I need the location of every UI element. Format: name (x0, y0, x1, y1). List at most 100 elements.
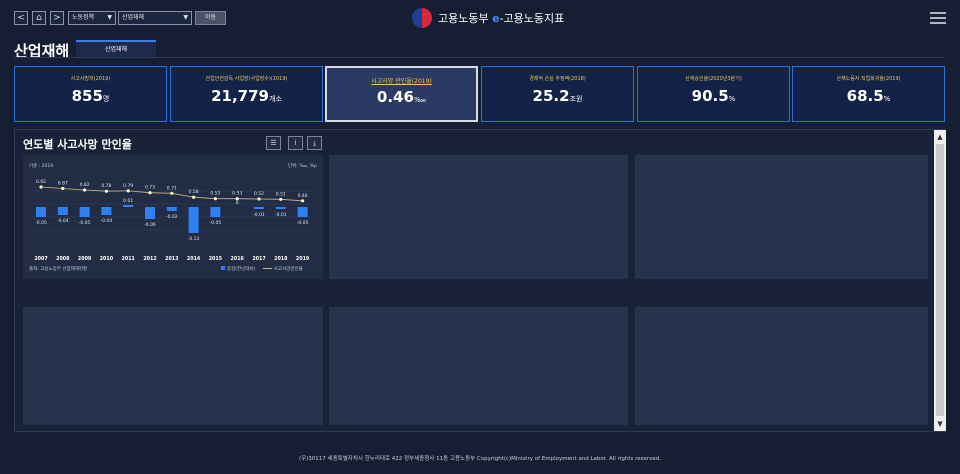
empty-tile (635, 155, 928, 279)
legend-bar-swatch (221, 266, 225, 270)
main-panel: 연도별 사고사망 만인율 ☰ i ⤓ 기준 : 2019 단위: ‱, %p -… (14, 129, 946, 432)
rate-point-2019 (301, 199, 305, 203)
x-tick-label: 2008 (56, 256, 70, 262)
bar-2012 (145, 207, 155, 219)
x-tick-label: 2011 (122, 256, 135, 262)
info-icon: i (294, 139, 297, 147)
download-button[interactable]: ⤓ (307, 136, 322, 150)
bar-data-label: -0.04 (57, 218, 69, 224)
bar-data-label: -0.01 (275, 212, 287, 218)
x-tick-label: 2015 (209, 256, 222, 262)
line-data-label: 0.92 (36, 179, 46, 185)
line-data-label: 0.46 (298, 193, 308, 199)
legend-line-swatch (262, 267, 272, 269)
kpi-label: 사고사망자(2019) (70, 76, 111, 82)
rate-point-2018 (279, 197, 283, 201)
list-view-button[interactable]: ☰ (266, 136, 281, 150)
caret-down-icon: ▼ (107, 14, 112, 21)
title-divider (14, 57, 944, 58)
bar-data-label: -0.05 (79, 220, 91, 226)
chart-source: 출처: 고용노동부 산업재해현황 (29, 267, 88, 272)
rate-point-2015 (213, 197, 217, 201)
rate-point-2014 (192, 195, 196, 199)
rate-point-2016 (235, 197, 239, 201)
x-tick-label: 2016 (231, 256, 245, 262)
rate-point-2007 (39, 185, 43, 189)
kpi-label: 경제적 손실 추정액(2018) (529, 76, 586, 82)
bar-2017 (254, 207, 264, 209)
kpi-card-approval-rate[interactable]: 산재승인율(2020년3분기) 90.5% (637, 66, 790, 122)
rate-point-2012 (148, 191, 152, 195)
chart-legend: 증감(전년대비) 사고사망만인율 (221, 266, 303, 272)
bar-2014 (188, 207, 199, 233)
logo[interactable]: 고용노동부 e-고용노동지표 (412, 8, 564, 28)
bar-2008 (57, 207, 68, 215)
home-icon: ⌂ (36, 13, 42, 23)
category-select[interactable]: 노동정책 ▼ (68, 11, 116, 25)
go-button[interactable]: 이동 (195, 11, 226, 25)
kpi-label: 산업안전감독 사업장(사업장수)(2019) (205, 76, 288, 82)
line-data-label: 0.82 (80, 182, 90, 188)
top-bar: < ⌂ > 노동정책 ▼ 산업재해 ▼ 이동 고용노동부 e-고용노동지표 (0, 0, 960, 36)
bar-2009 (79, 207, 90, 217)
line-data-label: 0.71 (167, 185, 177, 191)
empty-tile (23, 307, 323, 425)
kpi-card-return-to-work[interactable]: 산재노동자 직업복귀율(2019) 68.5% (792, 66, 945, 122)
line-data-label: 0.52 (254, 191, 264, 197)
bar-2013 (166, 207, 177, 211)
empty-tile (329, 155, 628, 279)
rate-point-2010 (104, 189, 108, 193)
rate-point-2017 (257, 197, 261, 201)
kpi-value: 21,779개소 (211, 87, 282, 105)
page-select[interactable]: 산업재해 ▼ (118, 11, 192, 25)
kpi-label: 산재승인율(2020년3분기) (685, 76, 742, 82)
kpi-value: 90.5% (691, 87, 736, 105)
kpi-card-inspections[interactable]: 산업안전감독 사업장(사업장수)(2019) 21,779개소 (170, 66, 323, 122)
x-tick-label: 2009 (78, 256, 92, 262)
x-tick-label: 2014 (187, 256, 201, 262)
rate-point-2008 (61, 186, 65, 191)
scroll-thumb[interactable] (936, 144, 944, 416)
bar-2019 (297, 207, 308, 217)
kpi-card-fatality-rate[interactable]: 사고사망 만인율(2019) 0.46‱ (325, 66, 478, 122)
x-tick-label: 2018 (274, 256, 288, 262)
bar-2015 (210, 207, 221, 217)
fatality-rate-chart: -0.05 -0.04 -0.05 -0.04 0.01 -0.06 -0.02 -0.13 -… (31, 179, 315, 262)
hamburger-menu-icon[interactable] (930, 12, 946, 24)
bar-data-label: -0.05 (210, 220, 222, 226)
tab-industrial-accidents[interactable]: 산업재해 (76, 40, 156, 57)
list-icon: ☰ (270, 139, 277, 147)
line-data-label: 0.79 (123, 183, 133, 189)
scroll-up-icon[interactable]: ▲ (934, 132, 946, 142)
x-tick-label: 2012 (143, 256, 156, 262)
line-data-label: 0.53 (210, 191, 220, 197)
home-button[interactable]: ⌂ (32, 11, 46, 25)
logo-text: 고용노동부 e-고용노동지표 (438, 12, 565, 25)
x-tick-label: 2019 (296, 256, 310, 262)
back-button[interactable]: < (14, 11, 28, 25)
kpi-card-economic-loss[interactable]: 경제적 손실 추정액(2018) 25.2조원 (481, 66, 634, 122)
line-data-label: 0.73 (145, 185, 155, 191)
taegeuk-logo-icon (412, 8, 432, 28)
chevron-left-icon: < (17, 13, 25, 23)
bar-2018 (275, 207, 286, 209)
rate-point-2009 (83, 188, 87, 192)
info-button[interactable]: i (288, 136, 303, 150)
bar-data-label: -0.01 (253, 212, 265, 218)
panel-title: 연도별 사고사망 만인율 (23, 138, 132, 151)
bar-data-label: -0.06 (144, 222, 156, 228)
rate-point-2013 (170, 191, 174, 195)
download-icon: ⤓ (312, 139, 317, 147)
line-data-label: 0.53 (232, 191, 242, 197)
bar-data-label: 0 (236, 200, 239, 206)
rate-point-2011 (126, 189, 130, 193)
forward-button[interactable]: > (50, 11, 64, 25)
line-data-label: 0.87 (58, 181, 68, 187)
x-tick-label: 2017 (252, 256, 265, 262)
scroll-down-icon[interactable]: ▼ (934, 419, 946, 429)
panel-scrollbar[interactable]: ▲ ▼ (934, 130, 946, 431)
kpi-value: 68.5% (846, 87, 891, 105)
empty-tile (635, 307, 928, 425)
bar-data-label: -0.04 (101, 218, 113, 224)
kpi-card-fatalities[interactable]: 사고사망자(2019) 855명 (14, 66, 167, 122)
